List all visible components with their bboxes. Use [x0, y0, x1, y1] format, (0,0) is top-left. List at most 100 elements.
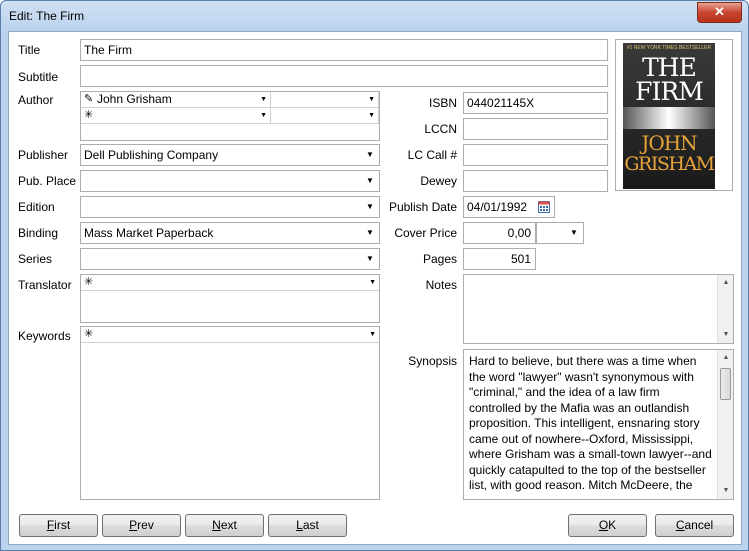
cover-price-input[interactable]: 0,00	[463, 222, 536, 244]
book-cover-image: #1 NEW YORK TIMES BESTSELLER THE FIRM JO…	[623, 43, 715, 189]
translator-label: Translator	[18, 278, 72, 292]
pencil-icon: ✎	[84, 93, 94, 105]
close-button[interactable]: ✕	[697, 2, 742, 23]
chevron-down-icon[interactable]: ▼	[260, 108, 267, 124]
chevron-down-icon[interactable]: ▼	[260, 92, 267, 108]
chevron-down-icon[interactable]: ▼	[369, 327, 376, 343]
cover-author-line1: JOHN	[641, 131, 697, 155]
edition-combo[interactable]: ▼	[80, 196, 380, 218]
cover-author-line2: GRISHAM	[624, 153, 715, 175]
synopsis-scrollbar[interactable]: ▲ ▼	[717, 350, 733, 499]
notes-textarea[interactable]: ▲ ▼	[463, 274, 734, 344]
dewey-label: Dewey	[420, 174, 457, 188]
pub-place-label: Pub. Place	[18, 174, 77, 188]
publisher-combo[interactable]: Dell Publishing Company ▼	[80, 144, 380, 166]
title-value: The Firm	[84, 43, 132, 57]
isbn-label: ISBN	[428, 96, 457, 110]
edit-book-window: Edit: The Firm ✕ Title Subtitle Author P…	[0, 0, 749, 551]
keyword-cell[interactable]: ✳ ▼	[81, 327, 379, 343]
scroll-up-icon[interactable]: ▲	[718, 350, 734, 366]
lccn-label: LCCN	[424, 122, 457, 136]
lc-call-input[interactable]	[463, 144, 608, 166]
window-title: Edit: The Firm	[9, 9, 85, 23]
scroll-down-icon[interactable]: ▼	[718, 327, 734, 343]
chevron-down-icon[interactable]: ▼	[365, 223, 375, 243]
lccn-input[interactable]	[463, 118, 608, 140]
cover-image-frame[interactable]: #1 NEW YORK TIMES BESTSELLER THE FIRM JO…	[615, 39, 733, 191]
chevron-down-icon[interactable]: ▼	[368, 92, 375, 108]
keywords-new-row[interactable]: ✳ ▼	[81, 327, 379, 343]
cancel-button[interactable]: Cancel	[655, 514, 734, 537]
series-combo[interactable]: ▼	[80, 248, 380, 270]
chevron-down-icon[interactable]: ▼	[569, 223, 579, 243]
translator-grid[interactable]: ✳ ▼	[80, 274, 380, 323]
cover-title-line2: FIRM	[635, 77, 704, 106]
next-button[interactable]: Next	[185, 514, 264, 537]
chevron-down-icon[interactable]: ▼	[365, 171, 375, 191]
scroll-thumb[interactable]	[720, 368, 731, 400]
subtitle-input[interactable]	[80, 65, 608, 87]
chevron-down-icon[interactable]: ▼	[365, 249, 375, 269]
chevron-down-icon[interactable]: ▼	[368, 108, 375, 124]
synopsis-label: Synopsis	[408, 354, 457, 368]
author-new-name-cell[interactable]: ✳ ▼	[81, 108, 271, 124]
author-row[interactable]: ✎ John Grisham ▼ ▼	[81, 92, 379, 108]
author-label: Author	[18, 93, 54, 107]
pub-place-combo[interactable]: ▼	[80, 170, 380, 192]
new-row-star-icon: ✳	[84, 328, 94, 340]
keywords-grid[interactable]: ✳ ▼	[80, 326, 380, 500]
subtitle-label: Subtitle	[18, 70, 59, 84]
scroll-up-icon[interactable]: ▲	[718, 275, 734, 291]
dewey-input[interactable]	[463, 170, 608, 192]
chevron-down-icon[interactable]: ▼	[365, 145, 375, 165]
ok-mnemonic: O	[598, 518, 609, 532]
prev-button[interactable]: Prev	[102, 514, 181, 537]
series-label: Series	[18, 252, 53, 266]
synopsis-textarea[interactable]: Hard to believe, but there was a time wh…	[463, 349, 734, 500]
chevron-down-icon[interactable]: ▼	[365, 197, 375, 217]
isbn-value: 044021145X	[467, 96, 535, 110]
last-button[interactable]: Last	[268, 514, 347, 537]
translator-new-row[interactable]: ✳ ▼	[81, 275, 379, 291]
author-name-value: John Grisham	[97, 92, 172, 106]
scroll-down-icon[interactable]: ▼	[718, 483, 734, 499]
lc-call-label: LC Call #	[407, 148, 457, 162]
title-input[interactable]: The Firm	[80, 39, 608, 61]
ok-button[interactable]: OK	[568, 514, 647, 537]
binding-label: Binding	[18, 226, 59, 240]
notes-scrollbar[interactable]: ▲ ▼	[717, 275, 733, 343]
author-new-row[interactable]: ✳ ▼ ▼	[81, 108, 379, 124]
first-button[interactable]: First	[19, 514, 98, 537]
new-row-star-icon: ✳	[84, 109, 94, 121]
prev-mnemonic: P	[129, 518, 138, 532]
author-name-cell[interactable]: ✎ John Grisham ▼	[81, 92, 271, 108]
pages-input[interactable]: 501	[463, 248, 536, 270]
cancel-label: ancel	[684, 518, 714, 532]
author-role-cell[interactable]: ▼	[271, 92, 379, 108]
calendar-icon[interactable]	[538, 201, 550, 213]
cover-tagline: #1 NEW YORK TIMES BESTSELLER	[626, 45, 712, 51]
title-bar[interactable]: Edit: The Firm ✕	[1, 1, 748, 31]
publish-date-input[interactable]: 04/01/1992	[463, 196, 555, 218]
last-label: ast	[302, 518, 319, 532]
isbn-input[interactable]: 044021145X	[463, 92, 608, 114]
translator-cell[interactable]: ✳ ▼	[81, 275, 379, 291]
form-area: Title Subtitle Author Publisher Pub. Pla…	[8, 31, 742, 545]
prev-label: rev	[137, 518, 154, 532]
publish-date-label: Publish Date	[388, 200, 457, 214]
cover-art-band	[623, 107, 715, 129]
first-label: irst	[54, 518, 71, 532]
synopsis-value: Hard to believe, but there was a time wh…	[469, 354, 712, 492]
next-label: ext	[220, 518, 237, 532]
new-row-star-icon: ✳	[84, 276, 94, 288]
notes-label: Notes	[425, 278, 457, 292]
chevron-down-icon[interactable]: ▼	[369, 275, 376, 291]
last-mnemonic: L	[296, 518, 303, 532]
next-mnemonic: N	[212, 518, 221, 532]
author-grid: ✎ John Grisham ▼ ▼ ✳ ▼ ▼	[80, 91, 380, 141]
binding-combo[interactable]: Mass Market Paperback ▼	[80, 222, 380, 244]
currency-combo[interactable]: ▼	[536, 222, 584, 244]
author-new-role-cell[interactable]: ▼	[271, 108, 379, 124]
publish-date-value: 04/01/1992	[467, 200, 528, 214]
keywords-label: Keywords	[18, 329, 71, 343]
